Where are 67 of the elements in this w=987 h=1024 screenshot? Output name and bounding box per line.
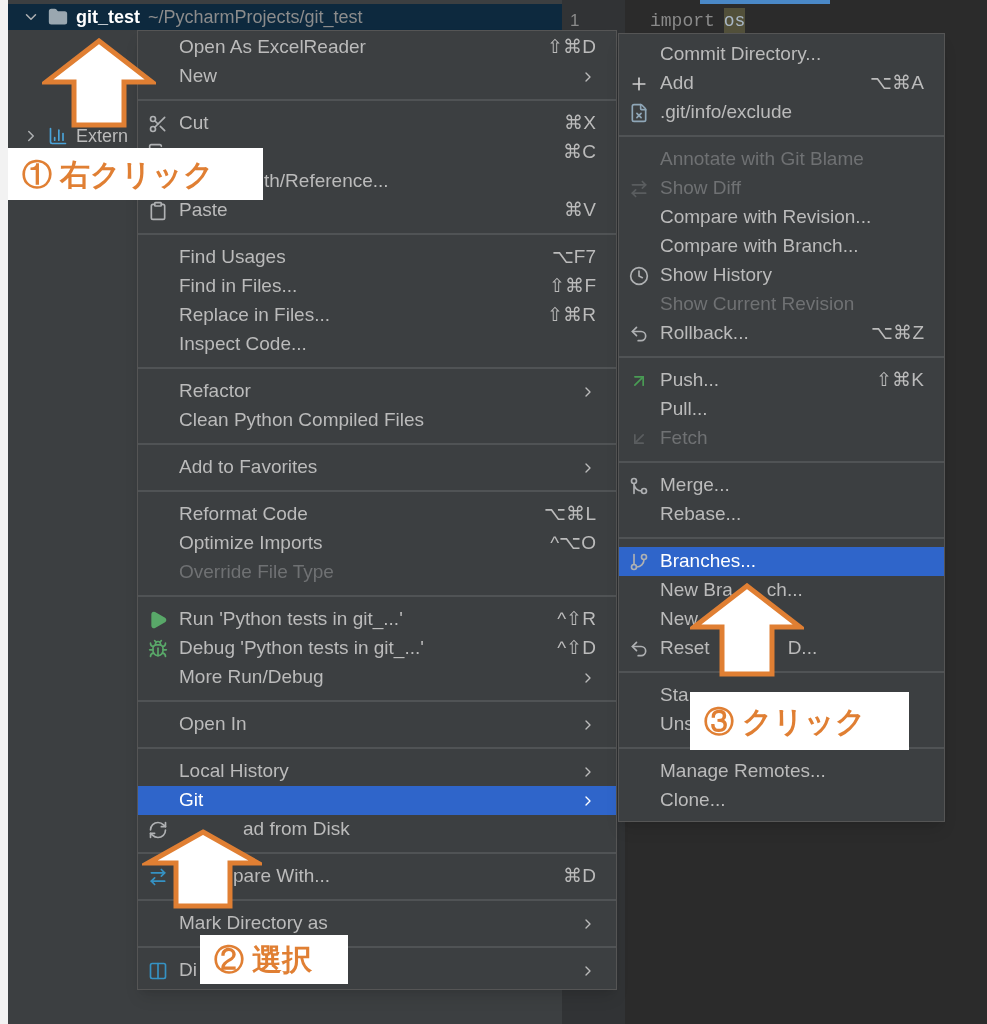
menu-item-label: Paste xyxy=(179,198,228,223)
menu-item-label: Refactor xyxy=(179,379,251,404)
menu-item-label: Git xyxy=(179,788,204,813)
menu-item-label: Cut xyxy=(179,111,209,136)
shortcut-label: ^⇧R xyxy=(557,607,596,632)
shortcut-label: ⌘V xyxy=(564,198,596,223)
menu-item-label: Branches... xyxy=(660,549,757,574)
menu-item-label: Sta xyxy=(660,683,689,708)
menu-item-label: Show History xyxy=(660,263,772,288)
shortcut-label: ⌥F7 xyxy=(551,245,596,270)
shortcut-label: ⌥⌘A xyxy=(870,71,924,96)
code-token: os xyxy=(723,7,746,35)
menu-item-label: ad from Disk xyxy=(243,817,350,842)
menu-item-label: Local History xyxy=(179,759,289,784)
shortcut-label: ⇧⌘F xyxy=(549,274,596,299)
menu-item-label: Open As ExcelReader xyxy=(179,35,366,60)
shortcut-label: ⌥⌘Z xyxy=(871,321,924,346)
menu-item-label: Optimize Imports xyxy=(179,531,323,556)
menu-item-label: D... xyxy=(787,636,818,661)
shortcut-label: ⌘D xyxy=(563,864,596,889)
tree-item-label: Extern xyxy=(76,124,129,148)
shortcut-label: ⌘C xyxy=(563,140,596,165)
menu-item-label: Merge... xyxy=(660,473,730,498)
shortcut-label: ^⇧D xyxy=(557,636,596,661)
menu-item-label: Reset xyxy=(660,636,710,661)
menu-item-label: Compare with Branch... xyxy=(660,234,859,259)
line-number: 1 xyxy=(570,10,581,33)
menu-item-label: Add xyxy=(660,71,694,96)
callout-tooltip: ③ クリック xyxy=(690,692,909,750)
menu-item-label: Rebase... xyxy=(660,502,742,527)
shortcut-label: ⇧⌘D xyxy=(547,35,596,60)
menu-item-label: Inspect Code... xyxy=(179,332,307,357)
menu-item-label: Push... xyxy=(660,368,720,393)
menu-item-label: ch... xyxy=(766,578,803,603)
menu-item-label: .git/info/exclude xyxy=(660,100,793,125)
menu-item-label: Di xyxy=(179,958,197,983)
menu-item-label: pare With... xyxy=(233,864,331,889)
menu-item-label: Reformat Code xyxy=(179,502,308,527)
tree-item-label: git_test xyxy=(76,5,140,29)
code-token: import xyxy=(650,9,715,33)
menu-item-label: Rollback... xyxy=(660,321,749,346)
shortcut-label: ⌥⌘L xyxy=(544,502,596,527)
menu-item-label: New xyxy=(660,607,698,632)
callout-tooltip: ② 選択 xyxy=(200,935,348,984)
tree-item-path: ~/PycharmProjects/git_test xyxy=(148,5,363,30)
menu-item-label: New xyxy=(179,64,217,89)
callout-tooltip: ① 右クリック xyxy=(8,148,263,200)
menu-item-label: Pull... xyxy=(660,397,708,422)
menu-item-label: Find in Files... xyxy=(179,274,298,299)
menu-item-label: Mark Directory as xyxy=(179,911,328,936)
menu-item-label: Compare with Revision... xyxy=(660,205,872,230)
menu-item-label: Add to Favorites xyxy=(179,455,318,480)
menu-item-label: Find Usages xyxy=(179,245,286,270)
menu-item-label: Run 'Python tests in git_...' xyxy=(179,607,403,632)
menu-item-label: Manage Remotes... xyxy=(660,759,826,784)
menu-item-label: Clean Python Compiled Files xyxy=(179,408,424,433)
menu-item-label: Open In xyxy=(179,712,247,737)
shortcut-label: ⇧⌘R xyxy=(547,303,596,328)
menu-item-label: Debug 'Python tests in git_...' xyxy=(179,636,424,661)
shortcut-label: ⇧⌘K xyxy=(876,368,924,393)
shortcut-label: ^⌥O xyxy=(550,531,596,556)
shortcut-label: ⌘X xyxy=(564,111,596,136)
menu-item-label: Replace in Files... xyxy=(179,303,330,328)
menu-item-label: Clone... xyxy=(660,788,726,813)
menu-item-label: New Bra xyxy=(660,578,733,603)
menu-item-label: More Run/Debug xyxy=(179,665,324,690)
menu-item-label: Commit Directory... xyxy=(660,42,822,67)
